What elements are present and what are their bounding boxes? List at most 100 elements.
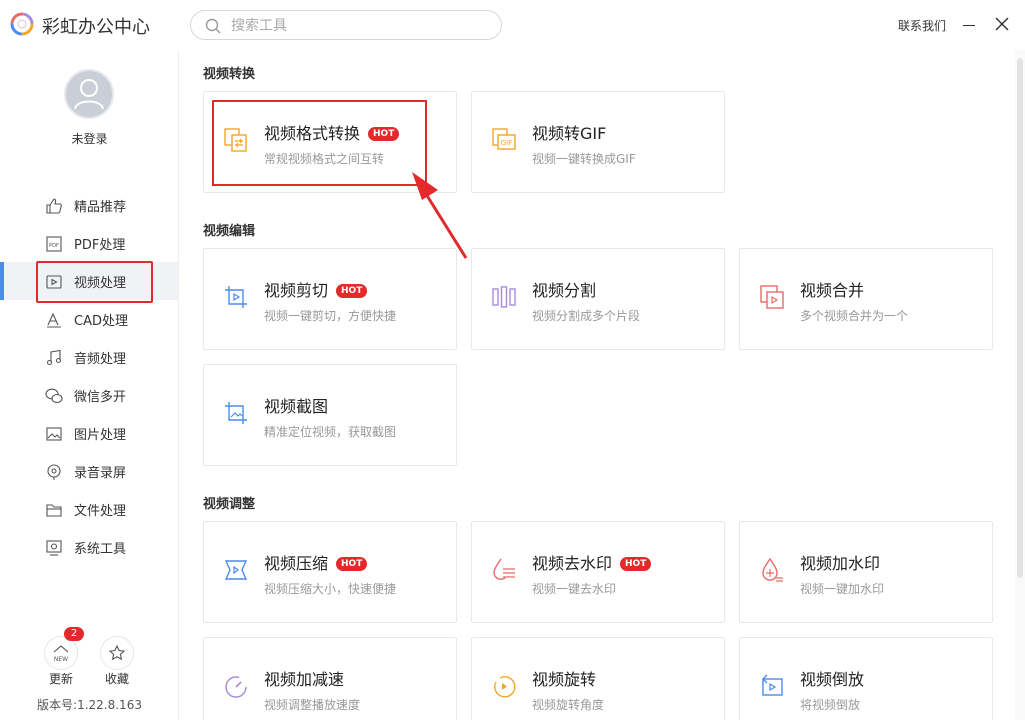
gif-icon: GIF [492, 128, 516, 150]
title-bar: 彩虹办公中心 联系我们 [0, 0, 1025, 50]
close-icon[interactable] [994, 16, 1010, 32]
section-title-video-adjust: 视频调整 [203, 497, 256, 512]
sidebar-item-system[interactable]: 系统工具 [0, 528, 179, 566]
sidebar-item-cad[interactable]: CAD处理 [0, 300, 179, 338]
sidebar-item-label: 微信多开 [74, 390, 127, 405]
sidebar-item-recommend[interactable]: 精品推荐 [0, 186, 179, 224]
card-title: 视频截图 [264, 397, 329, 416]
avatar[interactable] [64, 69, 114, 119]
card-title: 视频加减速 [264, 670, 345, 689]
card-video-compress[interactable]: 视频压缩 HOT 视频压缩大小，快速便捷 [203, 521, 457, 623]
card-desc: 多个视频合并为一个 [800, 309, 909, 323]
search-input[interactable] [231, 16, 481, 36]
reverse-icon [762, 674, 783, 696]
add-watermark-icon [762, 557, 783, 582]
login-status[interactable]: 未登录 [0, 130, 179, 147]
card-desc: 将视频倒放 [800, 698, 861, 712]
merge-icon [760, 285, 784, 309]
sidebar-item-pdf[interactable]: PDF PDF处理 [0, 224, 179, 262]
sidebar-item-label: 系统工具 [74, 542, 127, 557]
card-video-merge[interactable]: 视频合并 多个视频合并为一个 [739, 248, 993, 350]
pdf-icon: PDF [46, 236, 62, 252]
card-video-reverse[interactable]: 视频倒放 将视频倒放 [739, 637, 993, 720]
card-video-screenshot[interactable]: 视频截图 精准定位视频，获取截图 [203, 364, 457, 466]
sidebar-item-label: CAD处理 [74, 314, 128, 329]
card-desc: 视频调整播放速度 [264, 698, 361, 712]
sidebar-item-label: PDF处理 [74, 238, 126, 253]
hot-badge: HOT [336, 284, 368, 298]
collect-label: 收藏 [104, 672, 129, 686]
thumbs-up-icon [46, 198, 62, 214]
card-title: 视频倒放 [800, 670, 865, 689]
remove-watermark-icon [493, 558, 515, 580]
hot-badge: HOT [336, 557, 368, 571]
card-title: 视频旋转 [532, 670, 597, 689]
card-title: 视频分割 [532, 281, 597, 300]
hot-badge: HOT [620, 557, 652, 571]
crop-icon [225, 286, 247, 308]
sidebar-item-record[interactable]: 录音录屏 [0, 452, 179, 490]
sidebar-item-label: 图片处理 [74, 428, 127, 443]
card-video-to-gif[interactable]: GIF 视频转GIF 视频一键转换成GIF [471, 91, 725, 193]
card-desc: 视频一键加水印 [800, 582, 885, 596]
system-tool-icon [46, 540, 62, 556]
card-desc: 视频一键剪切，方便快捷 [264, 309, 397, 323]
card-title: 视频转GIF [532, 124, 607, 143]
update-badge: 2 [64, 627, 84, 641]
home-new-icon: NEW [53, 645, 69, 663]
app-title: 彩虹办公中心 [42, 17, 150, 38]
card-video-rotate[interactable]: 视频旋转 视频旋转角度 [471, 637, 725, 720]
sidebar-item-label: 音频处理 [74, 352, 127, 367]
version-text: 版本号:1.22.8.163 [37, 698, 142, 712]
rainbow-logo-icon [10, 12, 34, 36]
card-desc: 视频压缩大小，快速便捷 [264, 582, 397, 596]
update-button[interactable]: NEW [44, 636, 78, 670]
image-icon [46, 427, 62, 441]
search-icon [205, 18, 221, 34]
card-title: 视频压缩 [264, 554, 329, 573]
card-video-split[interactable]: 视频分割 视频分割成多个片段 [471, 248, 725, 350]
section-title-video-convert: 视频转换 [203, 67, 256, 82]
card-video-add-watermark[interactable]: 视频加水印 视频一键加水印 [739, 521, 993, 623]
minimize-button[interactable] [961, 15, 977, 35]
card-video-cut[interactable]: 视频剪切 HOT 视频一键剪切，方便快捷 [203, 248, 457, 350]
sidebar-item-label: 精品推荐 [74, 200, 127, 215]
card-title: 视频加水印 [800, 554, 881, 573]
sidebar-item-file[interactable]: 文件处理 [0, 490, 179, 528]
sidebar-item-image[interactable]: 图片处理 [0, 414, 179, 452]
cad-icon [47, 312, 61, 328]
sidebar-item-audio[interactable]: 音频处理 [0, 338, 179, 376]
card-desc: 视频分割成多个片段 [532, 309, 641, 323]
sidebar-item-wechat[interactable]: 微信多开 [0, 376, 179, 414]
card-title: 视频合并 [800, 281, 865, 300]
card-desc: 视频一键转换成GIF [532, 152, 636, 166]
split-icon [492, 286, 516, 308]
svg-text:NEW: NEW [54, 656, 68, 663]
card-video-remove-watermark[interactable]: 视频去水印 HOT 视频一键去水印 [471, 521, 725, 623]
star-icon [108, 644, 126, 661]
music-icon [46, 349, 62, 366]
sidebar-highlight-annotation [36, 261, 153, 303]
svg-text:GIF: GIF [501, 139, 513, 147]
record-icon [47, 464, 61, 480]
card-desc: 精准定位视频，获取截图 [264, 425, 397, 439]
section-title-video-edit: 视频编辑 [203, 224, 256, 239]
rotate-icon [494, 676, 516, 698]
sidebar-item-label: 录音录屏 [74, 466, 127, 481]
contact-us-link[interactable]: 联系我们 [898, 17, 946, 34]
card-highlight-annotation [212, 100, 427, 186]
folder-icon [46, 504, 62, 517]
card-desc: 视频一键去水印 [532, 582, 617, 596]
card-title: 视频剪切 [264, 281, 329, 300]
update-label: 更新 [48, 672, 73, 686]
svg-text:PDF: PDF [49, 243, 59, 249]
card-video-speed[interactable]: 视频加减速 视频调整播放速度 [203, 637, 457, 720]
search-box[interactable] [190, 10, 502, 40]
collect-button[interactable] [100, 636, 134, 670]
user-icon [74, 79, 104, 110]
compress-icon [224, 560, 248, 580]
card-title: 视频去水印 [532, 554, 613, 573]
screenshot-icon [225, 402, 247, 424]
scrollbar-thumb[interactable] [1017, 58, 1023, 578]
sidebar-item-label: 文件处理 [74, 504, 127, 519]
